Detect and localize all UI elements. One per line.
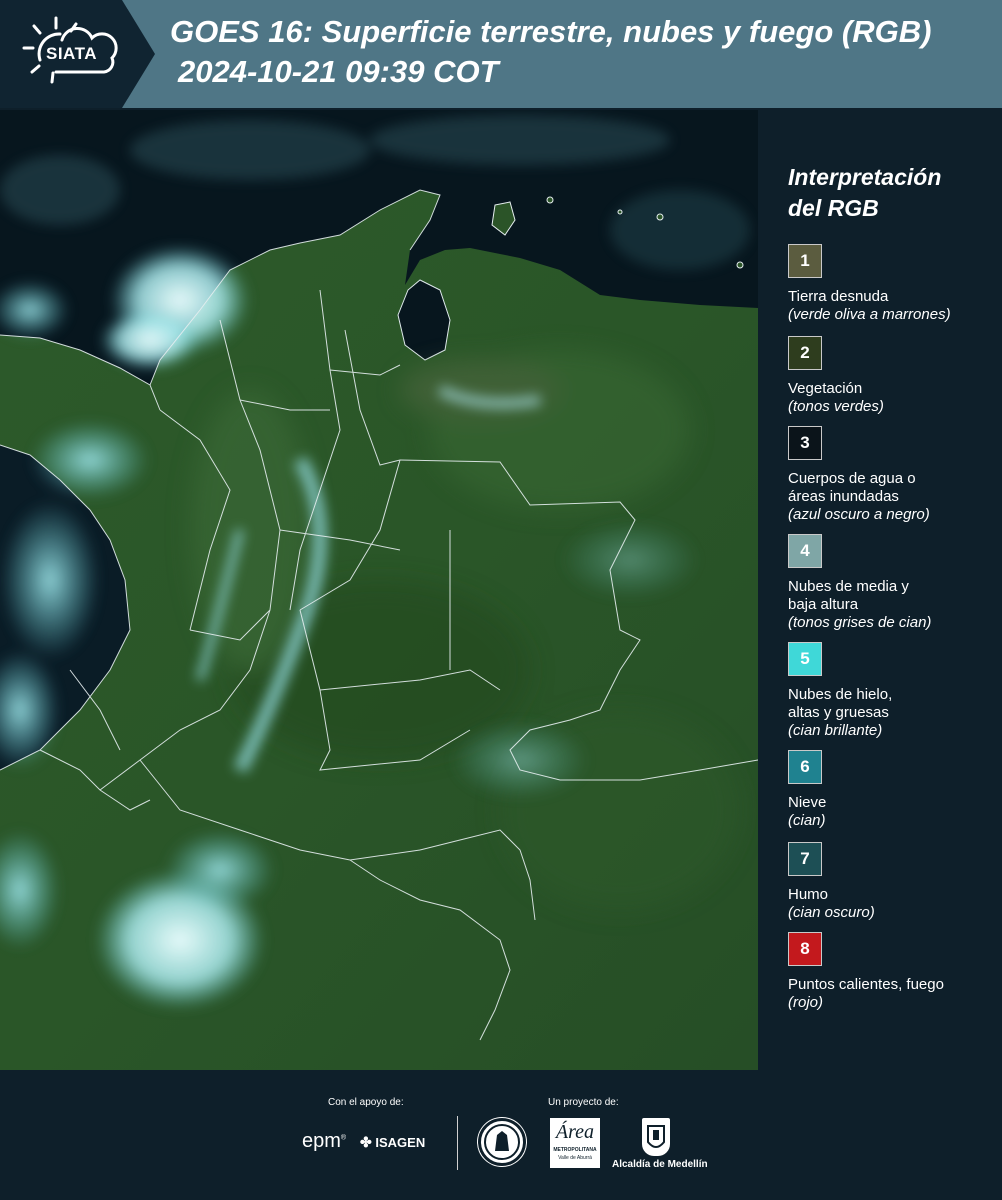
- legend-label-sub: (cian brillante): [788, 722, 883, 739]
- footer: Con el apoyo de: Un proyecto de: epm® ✤ …: [0, 1072, 1002, 1200]
- legend-label-sub: (tonos verdes): [788, 398, 884, 415]
- legend-label-sub: (cian oscuro): [788, 904, 875, 921]
- header: SIATA GOES 16: Superficie terrestre, nub…: [0, 0, 1002, 108]
- legend-label-text: baja altura: [788, 596, 859, 613]
- legend-swatch-2: 2: [788, 336, 822, 370]
- area-logo-sub: METROPOLITANA: [553, 1147, 597, 1153]
- legend-label-sub: (verde oliva a marrones): [788, 306, 951, 323]
- legend-swatch-6: 6: [788, 750, 822, 784]
- legend-label-text: Cuerpos de agua o: [788, 470, 916, 487]
- legend-label-text: altas y gruesas: [788, 704, 889, 721]
- alcaldia-label: Alcaldía de Medellín: [612, 1159, 708, 1170]
- legend-label-text: Humo: [788, 886, 829, 903]
- legend-label-4: Nubes de media y baja altura (tonos grises…: [788, 578, 1000, 632]
- legend-label-text: Vegetación: [788, 380, 863, 397]
- legend-label-6: Nieve (cian): [788, 794, 1000, 830]
- legend-label-2: Vegetación (tonos verdes): [788, 380, 1000, 416]
- legend-label-text: Tierra desnuda: [788, 288, 889, 305]
- legend-label-text: Nieve: [788, 794, 827, 811]
- legend-label-8: Puntos calientes, fuego (rojo): [788, 976, 1000, 1012]
- legend-label-1: Tierra desnuda (verde oliva a marrones): [788, 288, 1000, 324]
- legend-label-sub: (azul oscuro a negro): [788, 506, 930, 523]
- isagen-logo: ✤ ISAGEN: [360, 1134, 425, 1151]
- siata-logo: SIATA: [0, 0, 155, 108]
- epm-logo: epm®: [302, 1130, 347, 1152]
- legend-title: Interpretación del RGB: [788, 162, 941, 224]
- legend-label-5: Nubes de hielo, altas y gruesas (cian bril…: [788, 686, 1000, 740]
- legend-label-sub: (cian): [788, 812, 826, 829]
- legend-title-line1: Interpretación: [788, 164, 942, 190]
- legend-label-7: Humo (cian oscuro): [788, 886, 1000, 922]
- legend-swatch-1: 1: [788, 244, 822, 278]
- legend-panel: Interpretación del RGB 1 Tierra desnuda (v…: [766, 110, 1002, 1070]
- legend-label-text: Puntos calientes, fuego: [788, 976, 944, 993]
- legend-swatch-7: 7: [788, 842, 822, 876]
- page-timestamp: 2024-10-21 09:39 COT: [178, 54, 499, 89]
- medellin-seal-icon: [478, 1118, 526, 1166]
- area-metropolitana-logo: Área METROPOLITANA Valle de Aburrá: [550, 1118, 600, 1168]
- legend-title-line2: del RGB: [788, 195, 879, 221]
- satellite-map: [0, 110, 758, 1070]
- legend-swatch-5: 5: [788, 642, 822, 676]
- legend-swatch-4: 4: [788, 534, 822, 568]
- logo-text: SIATA: [46, 44, 97, 63]
- isagen-icon: ✤: [360, 1134, 372, 1150]
- epm-logo-text: epm: [302, 1130, 341, 1152]
- legend-label-text: Nubes de media y: [788, 578, 909, 595]
- isagen-logo-text: ISAGEN: [375, 1135, 426, 1150]
- legend-label-text: Nubes de hielo,: [788, 686, 893, 703]
- legend-swatch-3: 3: [788, 426, 822, 460]
- map-graphic: [0, 110, 758, 1070]
- alcaldia-crest-icon: [642, 1118, 670, 1156]
- legend-swatch-8: 8: [788, 932, 822, 966]
- project-label: Un proyecto de:: [548, 1097, 619, 1108]
- legend-label-sub: (rojo): [788, 994, 824, 1011]
- legend-label-sub: (tonos grises de cian): [788, 614, 932, 631]
- area-logo-sub2: Valle de Aburrá: [558, 1155, 592, 1161]
- support-label: Con el apoyo de:: [328, 1097, 404, 1108]
- footer-divider: [457, 1116, 458, 1170]
- legend-label-text: áreas inundadas: [788, 488, 899, 505]
- legend-label-3: Cuerpos de agua o áreas inundadas (azul os…: [788, 470, 1000, 524]
- page-title: GOES 16: Superficie terrestre, nubes y f…: [170, 14, 932, 49]
- area-logo-name: Área: [555, 1121, 595, 1143]
